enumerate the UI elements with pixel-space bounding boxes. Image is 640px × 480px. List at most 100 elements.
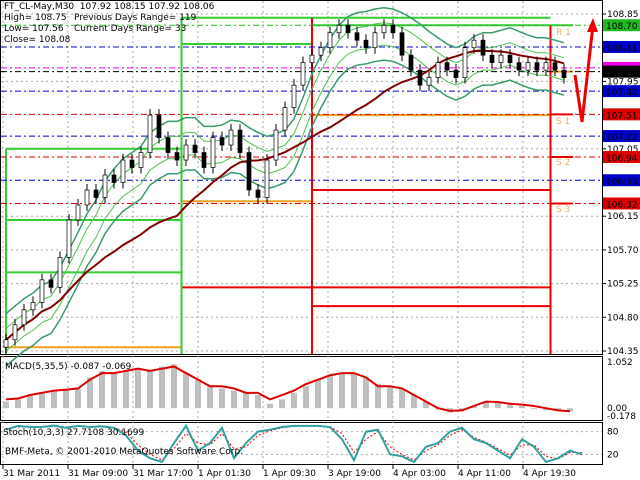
- candle-body: [210, 137, 216, 168]
- macd-tick: 1.052: [607, 358, 633, 368]
- candle-body: [21, 309, 27, 326]
- macd-bar: [3, 401, 9, 409]
- candle-body: [552, 62, 558, 71]
- candle-body: [327, 32, 333, 49]
- macd-bar: [63, 388, 69, 409]
- macd-bar: [231, 390, 237, 409]
- time-label: 1 Apr 09:30: [263, 469, 316, 479]
- candle-body: [39, 279, 45, 303]
- arrow-head-icon: [587, 18, 598, 32]
- pivot-label-s2: S 2: [556, 158, 571, 168]
- macd-bar: [291, 392, 297, 409]
- candle-body: [345, 24, 351, 34]
- time-label: 4 Apr 03:00: [393, 469, 446, 479]
- candle-body: [525, 62, 531, 71]
- level-tag-text: 106.94: [606, 154, 638, 164]
- candle-body: [120, 159, 126, 183]
- price-tick-label: 105.70: [607, 246, 639, 256]
- candle-body: [84, 189, 90, 206]
- candle-body: [111, 174, 117, 183]
- macd-bar: [51, 390, 57, 409]
- candle-body: [480, 39, 486, 56]
- macd-bar: [387, 386, 393, 409]
- level-tag-text: 108.08: [606, 69, 638, 79]
- candle-body: [183, 144, 189, 161]
- time-label: 1 Apr 01:30: [198, 469, 251, 479]
- time-label: 3 Apr 19:00: [328, 469, 381, 479]
- candle-body: [372, 32, 378, 49]
- stoch-label: Stoch(10,3,3) 27.7108 30.1699: [3, 428, 145, 438]
- candle-body: [237, 129, 243, 153]
- level-tag-text: 108.41: [606, 44, 638, 54]
- level-tag-text: 107.82: [606, 88, 638, 98]
- candle-body: [192, 144, 198, 153]
- candle-body: [453, 69, 459, 79]
- pivot-label-s3: S 3: [556, 205, 571, 215]
- candle-body: [75, 204, 81, 221]
- level-tag-text: 107.22: [606, 133, 638, 143]
- copyright: BMF-Meta, © 2001-2010 MetaQuotes Softwar…: [5, 447, 244, 457]
- candle-body: [174, 152, 180, 161]
- candle-body: [408, 54, 414, 71]
- macd-bar: [519, 405, 525, 409]
- candle-body: [426, 77, 432, 86]
- chart-canvas[interactable]: 31 Mar 2011 31 Mar 09:00 31 Mar 17:00 1 Apr…: [0, 0, 640, 480]
- macd-bar: [15, 399, 21, 409]
- pivot-label-s1: S 1: [556, 117, 571, 127]
- macd-bar: [339, 373, 345, 409]
- stoch-tick: 80: [607, 428, 619, 438]
- band-upper: [5, 7, 565, 315]
- level-tag-text: 107.51: [606, 111, 638, 121]
- macd-bar: [315, 379, 321, 409]
- candle-body: [12, 324, 18, 341]
- macd-bar: [159, 366, 165, 409]
- macd-bar: [375, 384, 381, 409]
- high-label: High= 108.75: [4, 13, 67, 23]
- candle-body: [3, 339, 9, 348]
- prev-range-label: Previous Days Range= 119: [74, 13, 197, 23]
- candle-body: [102, 174, 108, 198]
- macd-bar: [363, 377, 369, 409]
- pivot-label-r1: R 1: [556, 28, 571, 38]
- candle-body: [228, 129, 234, 146]
- forecast-arrow: [573, 24, 595, 123]
- close-label: Close= 108.08: [4, 35, 71, 45]
- macd-bar: [351, 373, 357, 409]
- macd-bar: [111, 373, 117, 409]
- candle-body: [507, 54, 513, 64]
- candle-body: [363, 39, 369, 49]
- candle-body: [489, 54, 495, 64]
- chart-window[interactable]: 31 Mar 2011 31 Mar 09:00 31 Mar 17:00 1 Apr…: [0, 0, 640, 480]
- macd-bar: [327, 375, 333, 409]
- candle-body: [57, 257, 63, 288]
- macd-bar: [399, 388, 405, 409]
- candle-body: [264, 159, 270, 198]
- level-tag-text: 106.63: [606, 177, 638, 187]
- macd-bar: [135, 368, 141, 409]
- candle-body: [48, 279, 54, 288]
- band-inner-upper: [5, 22, 565, 329]
- macd-bar: [39, 392, 45, 409]
- stoch-tick: 20: [607, 450, 619, 460]
- candle-body: [246, 152, 252, 191]
- candle-body: [219, 137, 225, 146]
- candle-body: [201, 152, 207, 168]
- symbol-ohlc: FT_CL-May,M30 107.92 108.15 107.92 108.0…: [4, 2, 215, 12]
- low-label: Low= 107.56: [4, 24, 64, 34]
- candle-body: [129, 159, 135, 168]
- macd-bar: [147, 370, 153, 409]
- macd-bar: [303, 386, 309, 409]
- candle-body: [165, 137, 171, 153]
- macd-bar: [219, 388, 225, 409]
- macd-bar: [207, 386, 213, 409]
- candle-body: [291, 84, 297, 108]
- time-label: 4 Apr 11:00: [458, 469, 511, 479]
- macd-bar: [255, 395, 261, 409]
- candle-body: [318, 47, 324, 56]
- candle-body: [543, 62, 549, 71]
- candle-body: [300, 62, 306, 86]
- candle-body: [462, 47, 468, 79]
- macd-bar: [123, 370, 129, 409]
- macd-bar: [495, 402, 501, 409]
- candle-body: [561, 69, 567, 79]
